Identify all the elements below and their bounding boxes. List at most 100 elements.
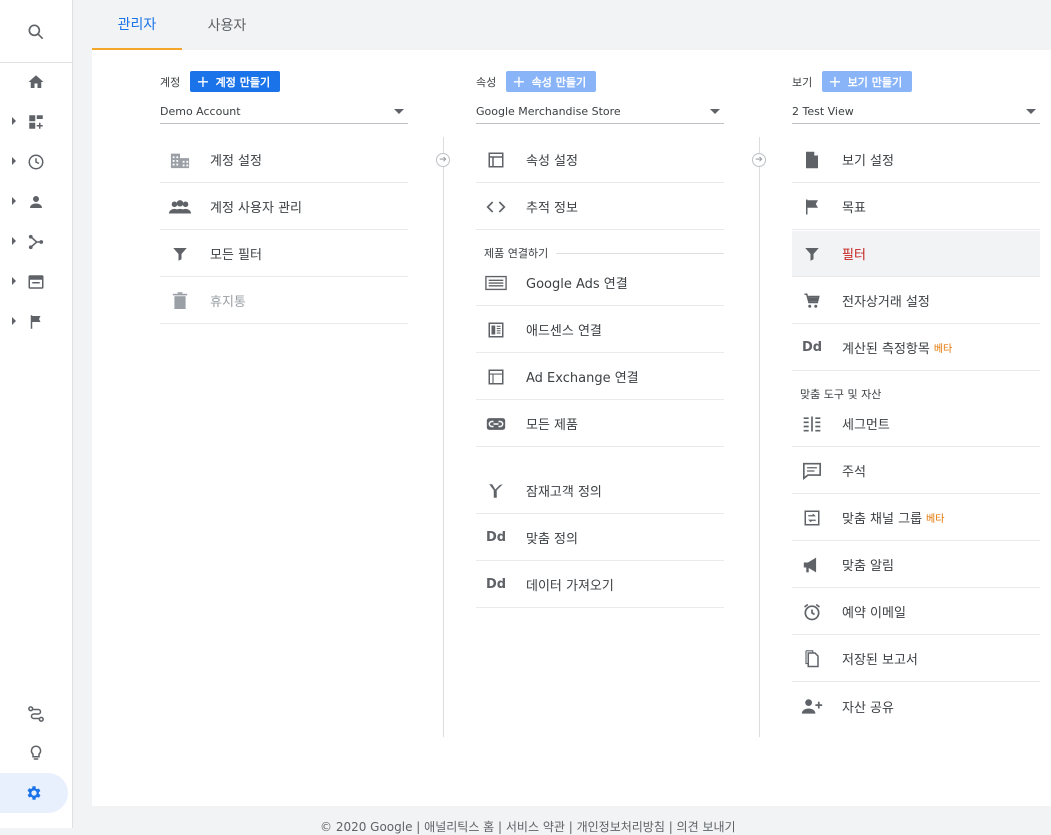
product-linking-section: 제품 연결하기	[484, 245, 724, 261]
nav-conversions[interactable]	[0, 302, 72, 342]
flag-icon	[27, 313, 45, 331]
home-icon	[27, 73, 45, 91]
nav-acquisition[interactable]	[0, 222, 72, 262]
audience-definitions[interactable]: 잠재고객 정의	[476, 468, 724, 514]
column-divider	[759, 137, 760, 737]
ads-icon	[482, 272, 510, 294]
create-property-button[interactable]: + 속성 만들기	[506, 71, 597, 92]
channel-icon	[798, 507, 826, 529]
cart-icon	[798, 290, 826, 312]
view-selector[interactable]: 2 Test View	[792, 99, 1040, 124]
dd-icon: Dd	[485, 530, 507, 545]
person-add-icon	[798, 695, 826, 717]
plus-icon: +	[828, 71, 842, 91]
tab-user[interactable]: 사용자	[192, 0, 262, 50]
create-view-button[interactable]: + 보기 만들기	[822, 71, 913, 92]
annotations[interactable]: 주석	[792, 448, 1040, 494]
expand-arrow-icon	[12, 237, 16, 245]
nav-home[interactable]	[0, 62, 72, 102]
custom-channel-groupings[interactable]: 맞춤 채널 그룹 베타	[792, 495, 1040, 541]
calculated-metrics[interactable]: Dd 계산된 측정항목 베타	[792, 325, 1040, 371]
filter-icon	[166, 243, 194, 265]
beta-badge: 베타	[926, 514, 945, 525]
property-selected: Google Merchandise Store	[476, 104, 621, 118]
dd-icon: Dd	[485, 577, 507, 592]
plus-icon: +	[196, 71, 210, 91]
alarm-icon	[798, 601, 826, 623]
create-account-button[interactable]: + 계정 만들기	[190, 71, 281, 92]
code-icon	[482, 196, 510, 218]
segments[interactable]: 세그먼트	[792, 401, 1040, 447]
link-icon	[482, 413, 510, 435]
acquisition-icon	[27, 233, 45, 251]
people-icon	[166, 196, 194, 218]
arrow-right-circle-icon: ➔	[752, 153, 766, 167]
google-ads-linking[interactable]: Google Ads 연결	[476, 260, 724, 306]
dropdown-caret-icon	[1026, 108, 1036, 114]
share-assets[interactable]: 자산 공유	[792, 683, 1040, 729]
search-icon	[26, 22, 46, 42]
nav-realtime[interactable]	[0, 142, 72, 182]
flag-icon	[798, 196, 826, 218]
all-filters[interactable]: 모든 필터	[160, 231, 408, 277]
account-selector[interactable]: Demo Account	[160, 99, 408, 124]
goals[interactable]: 목표	[792, 184, 1040, 230]
gear-icon	[25, 784, 43, 802]
megaphone-icon	[798, 554, 826, 576]
account-selected: Demo Account	[160, 104, 241, 118]
beta-badge: 베타	[933, 344, 953, 355]
building-icon	[166, 149, 194, 171]
expand-arrow-icon	[12, 317, 16, 325]
clock-icon	[27, 153, 45, 171]
expand-arrow-icon	[12, 157, 16, 165]
property-selector[interactable]: Google Merchandise Store	[476, 99, 724, 124]
browser-icon	[27, 273, 45, 291]
account-settings[interactable]: 계정 설정	[160, 137, 408, 183]
dropdown-caret-icon	[394, 108, 404, 114]
plus-icon: +	[512, 71, 526, 91]
expand-arrow-icon	[12, 277, 16, 285]
adsense-icon	[482, 319, 510, 341]
adsense-linking[interactable]: 애드센스 연결	[476, 307, 724, 353]
nav-behavior[interactable]	[0, 262, 72, 302]
person-icon	[27, 193, 45, 211]
trash[interactable]: 휴지통	[160, 278, 408, 324]
footer: © 2020 Google | 애널리틱스 홈 | 서비스 약관 | 개인정보처…	[320, 818, 736, 835]
admin-panel: 계정 + 계정 만들기 Demo Account 계정 설정 계정 사용자 관리 …	[92, 50, 1051, 806]
column-divider	[443, 137, 444, 737]
nav-audience[interactable]	[0, 182, 72, 222]
view-filters[interactable]: 필터	[792, 231, 1040, 277]
saved-reports[interactable]: 저장된 보고서	[792, 636, 1040, 682]
account-header: 계정 + 계정 만들기	[160, 71, 281, 92]
custom-definitions[interactable]: Dd 맞춤 정의	[476, 515, 724, 561]
comment-icon	[798, 460, 826, 482]
custom-alerts[interactable]: 맞춤 알림	[792, 542, 1040, 588]
segment-icon	[798, 413, 826, 435]
property-header: 속성 + 속성 만들기	[476, 71, 597, 92]
account-user-management[interactable]: 계정 사용자 관리	[160, 184, 408, 230]
expand-arrow-icon	[12, 117, 16, 125]
account-heading: 계정	[160, 75, 181, 89]
view-header: 보기 + 보기 만들기	[792, 71, 913, 92]
tracking-info[interactable]: 추적 정보	[476, 184, 724, 230]
search-button[interactable]	[0, 12, 72, 52]
admin-tabs: 관리자 사용자	[92, 0, 1051, 50]
scheduled-emails[interactable]: 예약 이메일	[792, 589, 1040, 635]
tab-admin[interactable]: 관리자	[92, 0, 182, 50]
property-settings[interactable]: 속성 설정	[476, 137, 724, 183]
data-import[interactable]: Dd 데이터 가져오기	[476, 562, 724, 608]
nav-admin[interactable]	[0, 773, 68, 813]
view-settings[interactable]: 보기 설정	[792, 137, 1040, 183]
dropdown-caret-icon	[710, 108, 720, 114]
ad-exchange-linking[interactable]: Ad Exchange 연결	[476, 354, 724, 400]
copy-icon	[798, 648, 826, 670]
ecommerce-settings[interactable]: 전자상거래 설정	[792, 278, 1040, 324]
lightbulb-icon	[27, 744, 45, 762]
all-products[interactable]: 모든 제품	[476, 401, 724, 447]
route-icon	[27, 705, 45, 723]
nav-customization[interactable]	[0, 102, 72, 142]
nav-discover[interactable]	[0, 694, 72, 734]
footer-links[interactable]: © 2020 Google | 애널리틱스 홈 | 서비스 약관 | 개인정보처…	[320, 820, 736, 834]
arrow-right-circle-icon: ➔	[436, 153, 450, 167]
nav-insights[interactable]	[0, 733, 72, 773]
